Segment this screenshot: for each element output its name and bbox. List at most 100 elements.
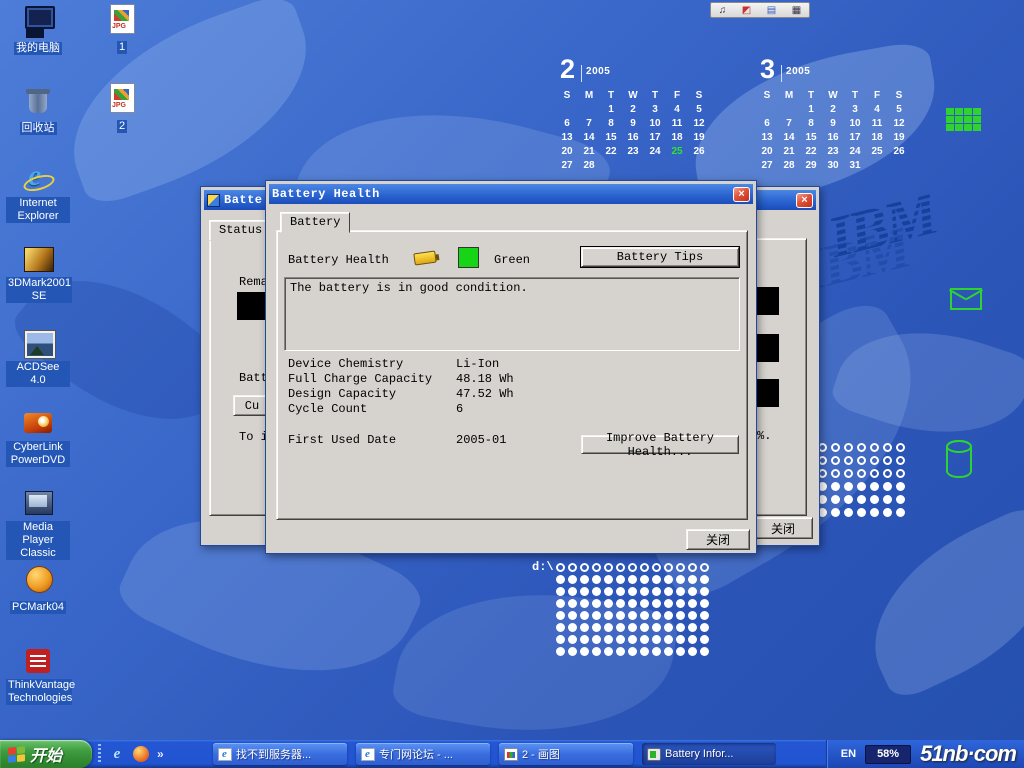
pattern-dot [628, 611, 637, 620]
pattern-dot [640, 635, 649, 644]
calendar-cell: 7 [578, 117, 600, 131]
spreadsheet-icon[interactable] [946, 108, 981, 131]
close-dialog-button[interactable]: 关闭 [686, 529, 750, 550]
pattern-dot [700, 575, 709, 584]
dot-pattern [556, 563, 709, 656]
pattern-dot [640, 599, 649, 608]
pattern-dot [556, 575, 565, 584]
taskbar-task[interactable]: 2 - 画图 [499, 743, 633, 765]
ie-quicklaunch-icon[interactable]: e [109, 746, 125, 762]
pattern-dot [688, 599, 697, 608]
desktop-icon-label: 2 [117, 120, 127, 133]
pattern-dot [640, 611, 649, 620]
tab-status[interactable]: Status [209, 220, 272, 241]
language-indicator[interactable]: EN [841, 748, 856, 760]
calendar-cell: 28 [778, 159, 800, 173]
info-label: Full Charge Capacity [288, 372, 456, 387]
calendar-cell: 23 [822, 145, 844, 159]
desktop-icon-pcmark[interactable]: PCMark04 [6, 563, 70, 615]
pattern-dot [664, 611, 673, 620]
calendar-cell: 27 [556, 159, 578, 173]
pattern-dot [870, 495, 879, 504]
calendar-day-header: T [844, 89, 866, 103]
calendar-day-header: W [622, 89, 644, 103]
calendar-cell: 15 [600, 131, 622, 145]
pattern-dot [616, 599, 625, 608]
osd-toolbar[interactable]: ♫ ◩ ▤ ▦ [710, 2, 810, 18]
battery-tips-button[interactable]: Battery Tips [581, 247, 739, 267]
pattern-dot [676, 599, 685, 608]
pattern-dot [568, 587, 577, 596]
pattern-dot [616, 635, 625, 644]
toolbar-handle[interactable] [98, 744, 101, 764]
desktop-icon-label: 1 [117, 41, 127, 54]
taskbar: 开始 e » 找不到服务器... 专门网论坛 - ... 2 - 画图 Battery… [0, 740, 1024, 768]
calendar-cell: 20 [756, 145, 778, 159]
pattern-dot [580, 623, 589, 632]
calendar-cell: 5 [888, 103, 910, 117]
display-icon: ▤ [767, 5, 776, 16]
calendar-cell [866, 159, 888, 173]
pattern-dot [831, 495, 840, 504]
taskbar-task[interactable]: 找不到服务器... [213, 743, 347, 765]
pattern-dot [640, 575, 649, 584]
pattern-dot [664, 623, 673, 632]
pattern-dot [870, 508, 879, 517]
pattern-dot [592, 635, 601, 644]
battery-health-dialog: Battery Health × Battery Battery Health … [265, 180, 757, 554]
pattern-dot [896, 508, 905, 517]
calendar-cell: 22 [600, 145, 622, 159]
close-window-button[interactable]: 关闭 [753, 517, 813, 539]
pattern-dot [568, 635, 577, 644]
pattern-dot [604, 575, 613, 584]
calendar-cell [666, 159, 688, 173]
tab-battery[interactable]: Battery [280, 212, 350, 233]
media-quicklaunch-icon[interactable] [133, 746, 149, 762]
desktop-file-1[interactable]: JPG1 [90, 3, 154, 55]
calendar-cell: 9 [622, 117, 644, 131]
desktop-icon-mpc[interactable]: Media Player Classic [6, 487, 70, 561]
pattern-dot [870, 469, 879, 478]
desktop-icon-ie[interactable]: Internet Explorer [6, 163, 70, 224]
chevron-icon[interactable]: » [157, 746, 169, 762]
start-button[interactable]: 开始 [0, 740, 92, 768]
pattern-dot [640, 587, 649, 596]
calendar-day-header: F [866, 89, 888, 103]
improve-battery-health-button[interactable]: Improve Battery Health... [581, 435, 739, 454]
health-status-swatch [458, 247, 479, 268]
tray-battery-indicator[interactable]: 58% [865, 745, 911, 764]
desktop-icon-3dmark[interactable]: 3DMark2001 SE [6, 243, 70, 304]
close-button[interactable]: × [733, 187, 750, 202]
desktop-icon-my-computer[interactable]: 我的电脑 [6, 4, 70, 56]
pattern-dot [883, 482, 892, 491]
pattern-dot [640, 623, 649, 632]
calendar-cell: 20 [556, 145, 578, 159]
desktop-icon-acdsee[interactable]: ACDSee 4.0 [6, 327, 70, 388]
desktop-file-2[interactable]: JPG2 [90, 82, 154, 134]
taskbar-task[interactable]: Battery Infor... [642, 743, 776, 765]
mail-icon[interactable] [950, 288, 982, 310]
database-icon[interactable] [946, 440, 972, 478]
pattern-dot [628, 647, 637, 656]
calendar-cell [578, 103, 600, 117]
desktop-icon-thinkvantage[interactable]: ThinkVantage Technologies [6, 645, 70, 706]
taskbar-task[interactable]: 专门网论坛 - ... [356, 743, 490, 765]
quick-launch: e » [92, 740, 175, 768]
pattern-dot [592, 587, 601, 596]
keyboard-icon: ▦ [792, 5, 801, 16]
pattern-dot [883, 443, 892, 452]
desktop-icon-powerdvd[interactable]: CyberLink PowerDVD [6, 407, 70, 468]
battery-health-label: Battery Health [288, 253, 389, 267]
dialog-titlebar[interactable]: Battery Health × [269, 184, 753, 204]
calendar-cell: 10 [844, 117, 866, 131]
close-button[interactable]: × [796, 193, 813, 208]
info-value: 6 [456, 402, 463, 417]
desktop-icon-recycle-bin[interactable]: 回收站 [6, 84, 70, 136]
calendar-cell: 8 [800, 117, 822, 131]
pattern-dot [628, 587, 637, 596]
pattern-dot [580, 647, 589, 656]
pattern-dot [896, 456, 905, 465]
pattern-dot [616, 623, 625, 632]
task-label: 找不到服务器... [236, 746, 311, 762]
pattern-dot [896, 482, 905, 491]
